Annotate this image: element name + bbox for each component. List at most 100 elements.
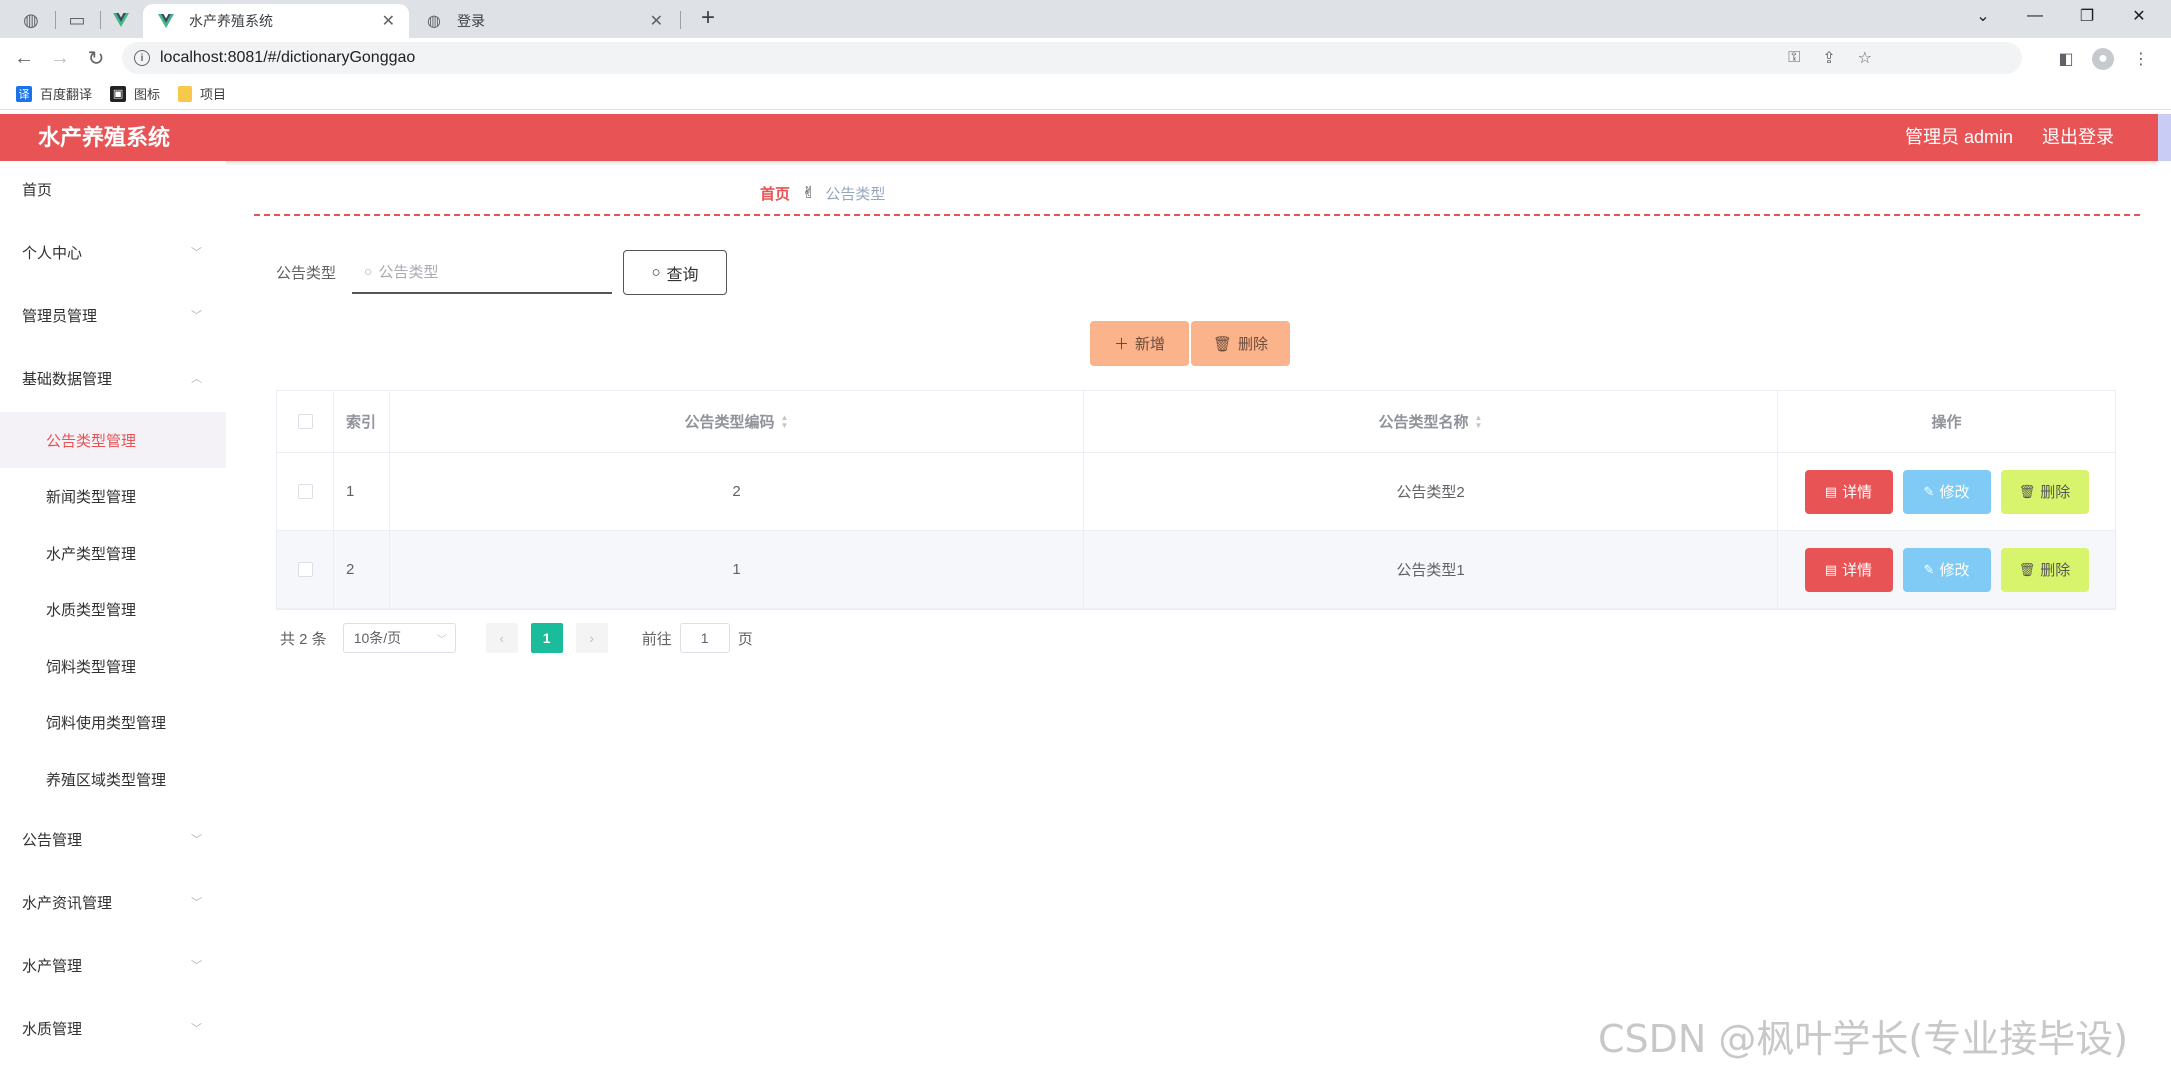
sidebar-subitem-feed-types[interactable]: 饲料类型管理 xyxy=(0,638,226,694)
sidebar-item-basedata[interactable]: 基础数据管理 ︿ xyxy=(0,350,226,406)
header-index: 索引 xyxy=(334,391,390,452)
document-icon: ▤ xyxy=(1824,561,1838,577)
current-user: 管理员 admin xyxy=(1904,127,2013,147)
page-size-select[interactable]: 10条/页 ﹀ xyxy=(342,623,456,653)
url-field[interactable]: i localhost:8081/#/dictionaryGonggao ⚿ ⇪… xyxy=(122,42,2022,74)
bookmark-item[interactable]: 译 百度翻译 xyxy=(16,84,92,103)
sort-icon[interactable]: ▲ ▼ xyxy=(781,413,789,430)
trash-icon: 🗑 xyxy=(2018,483,2036,499)
sidebar-item-profile[interactable]: 个人中心 ﹀ xyxy=(0,224,226,280)
sidebar-item-notices[interactable]: 公告管理 ﹀ xyxy=(0,811,226,867)
row-name: 公告类型1 xyxy=(1084,531,1778,608)
reader-icon[interactable]: ▭ xyxy=(58,6,96,34)
restore-button[interactable]: ❐ xyxy=(2064,0,2110,32)
sidebar-item-news[interactable]: 水产资讯管理 ﹀ xyxy=(0,874,226,930)
detail-label: 详情 xyxy=(1842,484,1873,501)
sidebar-item-label: 水产管理 xyxy=(22,957,83,975)
query-button[interactable]: ○ 查询 xyxy=(623,250,727,295)
detail-button[interactable]: ▤ 详情 xyxy=(1804,469,1893,514)
edit-icon: ✎ xyxy=(1923,561,1935,577)
sidebar-item-home[interactable]: 首页 xyxy=(0,161,226,217)
share-icon[interactable]: ⇪ xyxy=(1822,48,1835,68)
browser-tab-bar: ◍ ▭ 水产养殖系统 ✕ ◍ 登录 ✕ + ⌄ — ❐ ✕ xyxy=(0,0,2171,38)
sidebar-subitem-notice-types[interactable]: 公告类型管理 xyxy=(0,412,226,468)
tab-login[interactable]: ◍ 登录 ✕ xyxy=(411,4,677,38)
sidebar-item-label: 首页 xyxy=(22,181,53,199)
new-tab-button[interactable]: + xyxy=(694,4,722,32)
sort-icon[interactable]: ▲ ▼ xyxy=(1475,413,1483,430)
bookmark-item[interactable]: ▣ 图标 xyxy=(110,84,160,103)
bookmark-item[interactable]: 项目 xyxy=(178,84,226,103)
edit-button[interactable]: ✎ 修改 xyxy=(1902,469,1991,514)
prev-page-button[interactable]: ‹ xyxy=(485,623,518,653)
search-input[interactable]: ○ 公告类型 xyxy=(352,250,612,294)
close-icon[interactable]: ✕ xyxy=(382,11,395,31)
detail-button[interactable]: ▤ 详情 xyxy=(1804,547,1893,592)
sidebar-item-admins[interactable]: 管理员管理 ﹀ xyxy=(0,287,226,343)
breadcrumb-home[interactable]: 首页 xyxy=(760,183,790,204)
sidebar-item-aquatic[interactable]: 水产管理 ﹀ xyxy=(0,937,226,993)
plus-icon: ＋ xyxy=(1113,336,1129,353)
logout-link[interactable]: 退出登录 xyxy=(2042,114,2114,161)
page-number-current[interactable]: 1 xyxy=(530,623,563,653)
sidebar-subitem-label: 养殖区域类型管理 xyxy=(46,771,167,789)
row-name: 公告类型2 xyxy=(1084,453,1778,530)
edit-button[interactable]: ✎ 修改 xyxy=(1902,547,1991,592)
sidebar-subitem-feed-usage-types[interactable]: 饲料使用类型管理 xyxy=(0,694,226,750)
profile-icon[interactable]: ● xyxy=(2092,48,2114,70)
row-index: 1 xyxy=(334,453,390,530)
vue-icon xyxy=(157,12,175,30)
select-all-checkbox[interactable] xyxy=(297,414,313,429)
sidebar-subitem-label: 水质类型管理 xyxy=(46,601,137,619)
back-icon[interactable]: ← xyxy=(10,44,38,72)
sidebar-subitem-news-types[interactable]: 新闻类型管理 xyxy=(0,468,226,524)
key-icon[interactable]: ⚿ xyxy=(1788,49,1800,67)
forward-icon[interactable]: → xyxy=(46,44,74,72)
search-icon: ○ xyxy=(651,264,661,281)
header-checkbox-cell xyxy=(277,391,334,452)
sidebar-subitem-area-types[interactable]: 养殖区域类型管理 xyxy=(0,751,226,807)
edit-label: 修改 xyxy=(1939,562,1970,579)
reload-icon[interactable]: ↻ xyxy=(82,44,110,72)
query-button-label: 查询 xyxy=(666,266,699,284)
delete-button[interactable]: 🗑 删除 xyxy=(2000,469,2089,514)
goto-page-input[interactable]: 1 xyxy=(679,623,730,653)
breadcrumb: 首页 ✌ 公告类型 xyxy=(760,182,885,204)
star-icon[interactable]: ☆ xyxy=(1858,48,1872,68)
tab-search-icon[interactable]: ⌄ xyxy=(1960,0,2006,32)
chevron-up-icon: ︿ xyxy=(191,373,202,385)
delete-label: 删除 xyxy=(2040,562,2071,579)
search-label: 公告类型 xyxy=(276,265,337,282)
sidebar-subitem-water-types[interactable]: 水质类型管理 xyxy=(0,581,226,637)
side-panel-icon[interactable]: ◧ xyxy=(2055,48,2077,70)
row-checkbox[interactable] xyxy=(297,484,313,499)
sidebar-item-water[interactable]: 水质管理 ﹀ xyxy=(0,1000,226,1056)
breadcrumb-current: 公告类型 xyxy=(825,185,886,203)
tab-app[interactable]: 水产养殖系统 ✕ xyxy=(143,4,409,38)
sidebar-subitem-aquatic-types[interactable]: 水产类型管理 xyxy=(0,525,226,581)
globe-icon[interactable]: ◍ xyxy=(12,6,50,34)
add-button-label: 新增 xyxy=(1135,336,1166,353)
sidebar-subitem-label: 公告类型管理 xyxy=(46,432,137,450)
tab-separator xyxy=(55,11,56,29)
header-code[interactable]: 公告类型编码 ▲ ▼ xyxy=(390,391,1084,452)
window-close-button[interactable]: ✕ xyxy=(2116,0,2162,32)
batch-delete-button[interactable]: 🗑 删除 xyxy=(1191,321,1290,366)
delete-button[interactable]: 🗑 删除 xyxy=(2000,547,2089,592)
edit-icon: ✎ xyxy=(1923,483,1935,499)
translate-icon: 译 xyxy=(16,85,32,102)
menu-icon[interactable]: ⋮ xyxy=(2130,48,2152,70)
goto-suffix: 页 xyxy=(737,630,753,648)
minimize-button[interactable]: — xyxy=(2012,0,2058,32)
close-icon[interactable]: ✕ xyxy=(650,11,663,31)
delete-button-label: 删除 xyxy=(1238,336,1269,353)
row-checkbox[interactable] xyxy=(297,562,313,577)
vue-icon[interactable] xyxy=(102,6,140,34)
next-page-button[interactable]: › xyxy=(575,623,608,653)
sidebar-item-label: 水质管理 xyxy=(22,1020,83,1038)
header-name[interactable]: 公告类型名称 ▲ ▼ xyxy=(1084,391,1778,452)
tab-separator xyxy=(680,11,681,29)
header-ops: 操作 xyxy=(1931,414,1962,431)
info-icon[interactable]: i xyxy=(134,50,150,66)
add-button[interactable]: ＋ 新增 xyxy=(1090,321,1189,366)
